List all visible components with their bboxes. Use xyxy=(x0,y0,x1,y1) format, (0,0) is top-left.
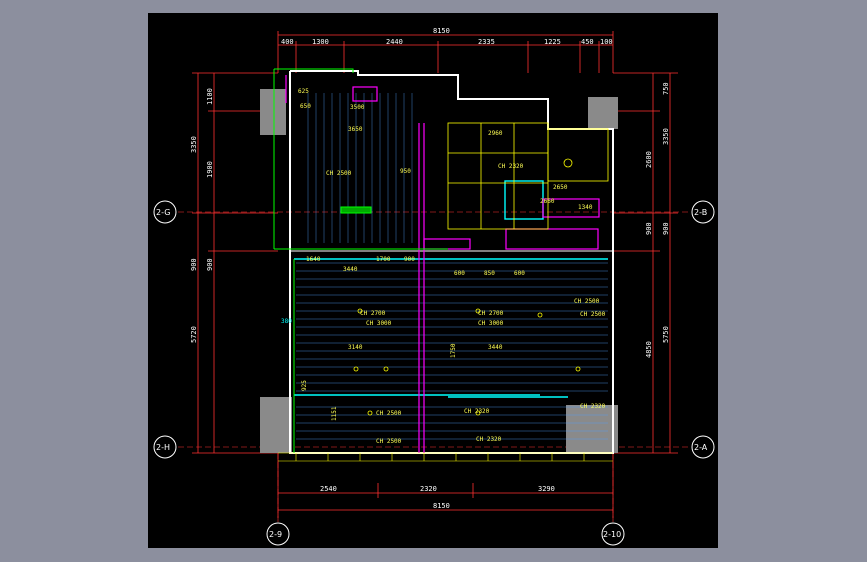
right-outer-dim: 5750 xyxy=(662,326,670,343)
ceiling-label: CH 3000 xyxy=(478,320,504,327)
inner-dim: 1750 xyxy=(450,343,457,358)
left-inner-dim: 900 xyxy=(190,258,198,271)
axis-bubble-bottom-left: 2-9 xyxy=(266,522,290,546)
axis-bubble-bottom-right: 2-10 xyxy=(601,522,625,546)
top-dim: 1300 xyxy=(312,38,329,46)
inner-dim: 3140 xyxy=(348,344,363,351)
axis-bubble-right-bottom: 2-A xyxy=(691,435,715,459)
bottom-total-dim: 8150 xyxy=(433,502,450,510)
inner-dim: 650 xyxy=(300,103,311,110)
right-inner-dim: 2600 xyxy=(645,151,653,168)
inner-dim: 600 xyxy=(454,270,465,277)
ceiling-label: CH 2700 xyxy=(478,310,504,317)
ceiling-label: CH 2500 xyxy=(574,298,600,305)
exterior-walls xyxy=(289,70,614,454)
floor-plan-drawing: 8150 400 1300 2440 2335 1225 450 100 335… xyxy=(153,27,715,546)
svg-text:2-A: 2-A xyxy=(694,443,708,452)
left-inner-dim: 1100 xyxy=(206,88,214,105)
right-inner-dim: 4850 xyxy=(645,341,653,358)
ceiling-label: CH 2500 xyxy=(326,170,352,177)
left-outer-dim: 5720 xyxy=(190,326,198,343)
svg-text:2-H: 2-H xyxy=(156,443,170,452)
inner-dim: 950 xyxy=(400,168,411,175)
ceiling-label: CH 2320 xyxy=(464,408,490,415)
bottom-floor-band xyxy=(278,452,613,462)
floor-hatch-upper xyxy=(307,93,413,243)
inner-dim: 3650 xyxy=(348,126,363,133)
inner-dim: 3440 xyxy=(488,344,503,351)
inner-dim: 1700 xyxy=(376,256,391,263)
bottom-dim: 2540 xyxy=(320,485,337,493)
inner-dim: 2650 xyxy=(553,184,568,191)
inner-dim: 3440 xyxy=(343,266,358,273)
top-total-dim: 8150 xyxy=(433,27,450,35)
svg-text:2-10: 2-10 xyxy=(603,530,621,539)
top-dim: 100 xyxy=(600,38,613,46)
ceiling-label: CH 2500 xyxy=(580,311,606,318)
inner-dim: 1340 xyxy=(578,204,593,211)
inner-dim: 2960 xyxy=(488,130,503,137)
top-dim: 2440 xyxy=(386,38,403,46)
inner-dim: 900 xyxy=(404,256,415,263)
ceiling-label: CH 2500 xyxy=(376,438,402,445)
inner-dim: 925 xyxy=(301,380,308,391)
inner-dim: 1151 xyxy=(331,406,338,421)
ceiling-label: CH 2320 xyxy=(498,163,524,170)
inner-dim: 3500 xyxy=(350,104,365,111)
ceiling-label: CH 2320 xyxy=(476,436,502,443)
inner-dim: 850 xyxy=(484,270,495,277)
inner-dim: 2660 xyxy=(540,198,555,205)
ceiling-label: CH 2500 xyxy=(376,410,402,417)
right-outer-dim: 900 xyxy=(662,222,670,235)
ceiling-label: CH 3000 xyxy=(366,320,392,327)
svg-text:2-B: 2-B xyxy=(694,208,707,217)
right-inner-dim: 900 xyxy=(645,222,653,235)
left-inner-dim: 1900 xyxy=(206,161,214,178)
left-inner-dim: 900 xyxy=(206,258,214,271)
axis-bubble-right-top: 2-B xyxy=(691,200,715,224)
inner-dim: 625 xyxy=(298,88,309,95)
inner-dim: 1640 xyxy=(306,256,321,263)
right-outer-dim: 3350 xyxy=(662,128,670,145)
cad-viewport[interactable]: 8150 400 1300 2440 2335 1225 450 100 335… xyxy=(148,13,718,548)
bottom-dim: 2320 xyxy=(420,485,437,493)
svg-text:2-9: 2-9 xyxy=(269,530,282,539)
inner-dim: 380 xyxy=(281,318,292,325)
ceiling-label: CH 2320 xyxy=(580,403,606,410)
bottom-dim: 3290 xyxy=(538,485,555,493)
top-dim: 400 xyxy=(281,38,294,46)
svg-text:2-G: 2-G xyxy=(156,208,170,217)
fixtures xyxy=(353,122,609,416)
ceiling-label: CH 2700 xyxy=(360,310,386,317)
right-outer-dim: 750 xyxy=(662,82,670,95)
axis-bubble-left-top: 2-G xyxy=(153,200,177,224)
inner-dim: 600 xyxy=(514,270,525,277)
top-dim: 450 xyxy=(581,38,594,46)
left-outer-dim: 3350 xyxy=(190,136,198,153)
top-dim: 1225 xyxy=(544,38,561,46)
top-dim: 2335 xyxy=(478,38,495,46)
axis-bubble-left-bottom: 2-H xyxy=(153,435,177,459)
